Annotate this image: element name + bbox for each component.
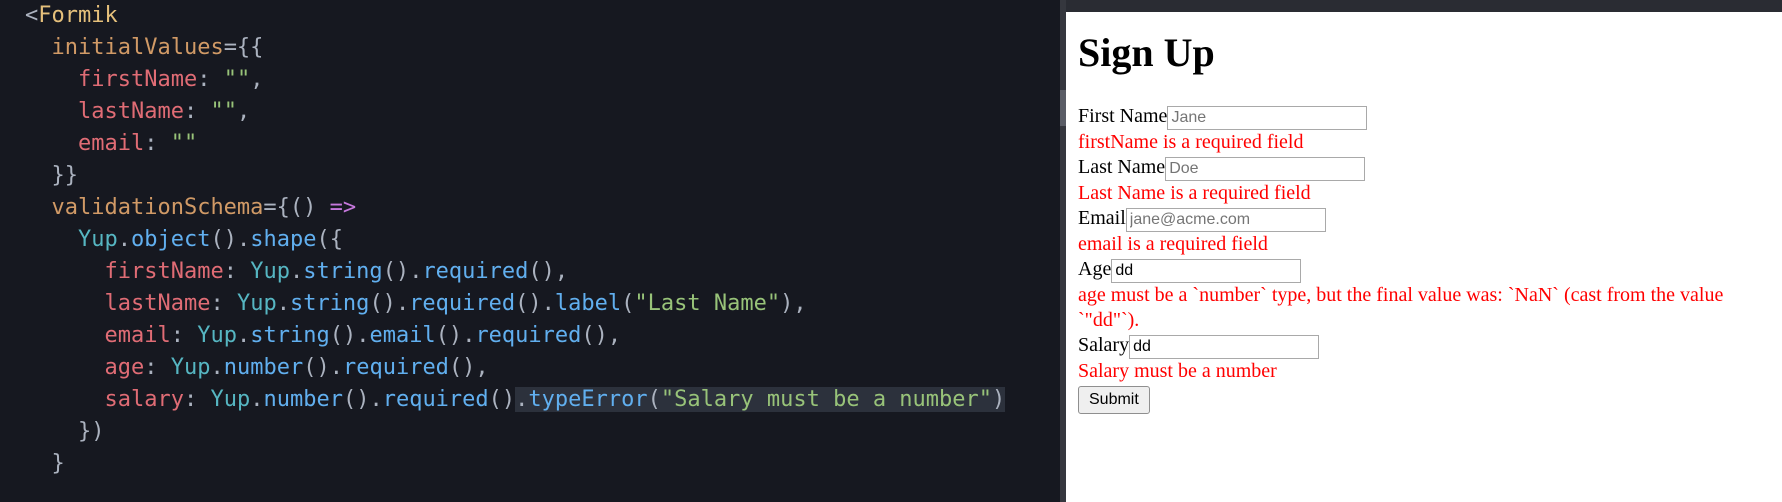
code-prop: salary: [104, 387, 183, 412]
code-method: required: [422, 259, 528, 284]
email-input[interactable]: [1126, 208, 1326, 232]
code-class-yup: Yup: [250, 259, 290, 284]
code-editor[interactable]: <Formik initialValues={{ firstName: "", …: [0, 0, 1060, 502]
first-name-label: First Name: [1078, 105, 1167, 127]
code-attr-validationSchema: validationSchema: [52, 195, 264, 220]
preview-pane: Sign Up First Name firstName is a requir…: [1066, 0, 1782, 502]
last-name-label: Last Name: [1078, 156, 1165, 178]
code-method: required: [475, 323, 581, 348]
code-prop: email: [78, 131, 144, 156]
email-label: Email: [1078, 207, 1126, 229]
code-method: object: [131, 227, 210, 252]
code-prop: age: [104, 355, 144, 380]
code-method: email: [369, 323, 435, 348]
preview-top-bar: [1060, 0, 1782, 12]
code-method: label: [555, 291, 621, 316]
code-prop: firstName: [104, 259, 223, 284]
code-method: required: [409, 291, 515, 316]
code-method: string: [250, 323, 329, 348]
last-name-error: Last Name is a required field: [1078, 181, 1772, 206]
code-class-yup: Yup: [237, 291, 277, 316]
salary-input[interactable]: [1129, 335, 1319, 359]
code-method: required: [383, 387, 489, 412]
code-class-yup: Yup: [171, 355, 211, 380]
first-name-input[interactable]: [1167, 106, 1367, 130]
page-title: Sign Up: [1078, 28, 1772, 78]
email-error: email is a required field: [1078, 232, 1772, 257]
code-class-yup: Yup: [197, 323, 237, 348]
code-string: "Last Name": [634, 291, 780, 316]
salary-label: Salary: [1078, 334, 1129, 356]
code-class-yup: Yup: [210, 387, 250, 412]
code-prop: lastName: [104, 291, 210, 316]
code-class-yup: Yup: [78, 227, 118, 252]
code-string: "Salary must be a number": [661, 387, 992, 412]
age-input[interactable]: [1111, 259, 1301, 283]
code-string: "": [171, 131, 198, 156]
code-prop: email: [104, 323, 170, 348]
code-method: string: [290, 291, 369, 316]
code-prop: firstName: [78, 67, 197, 92]
code-method: number: [224, 355, 303, 380]
code-method: number: [263, 387, 342, 412]
code-attr-initialValues: initialValues: [52, 35, 224, 60]
first-name-error: firstName is a required field: [1078, 130, 1772, 155]
code-method: required: [343, 355, 449, 380]
salary-error: Salary must be a number: [1078, 359, 1772, 384]
age-error: age must be a `number` type, but the fin…: [1078, 283, 1772, 333]
code-string: "": [224, 67, 251, 92]
age-label: Age: [1078, 258, 1111, 280]
divider-thumb[interactable]: [1060, 90, 1066, 126]
code-tag-formik: Formik: [38, 3, 117, 28]
code-string: "": [210, 99, 237, 124]
pane-divider[interactable]: [1060, 0, 1066, 502]
last-name-input[interactable]: [1165, 157, 1365, 181]
code-method: shape: [250, 227, 316, 252]
code-method: string: [303, 259, 382, 284]
submit-button[interactable]: Submit: [1078, 386, 1150, 414]
code-method: typeError: [528, 387, 647, 412]
code-prop: lastName: [78, 99, 184, 124]
